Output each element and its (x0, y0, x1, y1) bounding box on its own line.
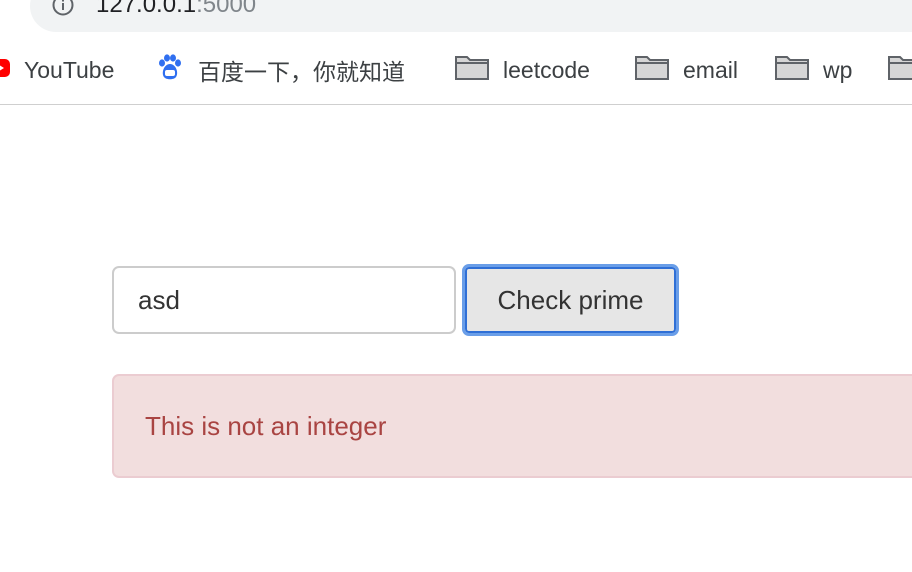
bookmark-youtube[interactable]: YouTube (0, 48, 114, 92)
bookmark-folder-email[interactable]: email (635, 48, 738, 92)
folder-icon (635, 54, 669, 86)
page-content: Check prime This is not an integer (0, 105, 912, 572)
bookmark-folder-overflow[interactable] (888, 48, 912, 92)
bookmark-baidu[interactable]: 百度一下，你就知道 (156, 48, 405, 92)
info-icon[interactable] (52, 0, 74, 16)
browser-chrome: 127.0.0.1:5000 YouTube 百度一下，你就知道 leetcod… (0, 0, 912, 105)
bookmark-folder-leetcode[interactable]: leetcode (455, 48, 590, 92)
baidu-paw-icon (156, 53, 184, 87)
alert-message: This is not an integer (145, 410, 387, 441)
bookmark-label: 百度一下，你就知道 (198, 59, 405, 85)
bookmarks-bar: YouTube 百度一下，你就知道 leetcode email wp (0, 48, 912, 92)
bookmark-label: leetcode (503, 56, 590, 83)
folder-icon (888, 54, 912, 86)
bookmark-label: wp (823, 56, 853, 83)
bookmark-label: YouTube (24, 56, 115, 83)
url-text[interactable]: 127.0.0.1:5000 (96, 0, 256, 20)
bookmark-label: email (683, 56, 738, 83)
folder-icon (775, 54, 809, 86)
check-prime-button[interactable]: Check prime (462, 264, 679, 336)
bookmark-folder-wp[interactable]: wp (775, 48, 852, 92)
youtube-icon (0, 57, 10, 84)
url-host: 127.0.0.1 (96, 0, 197, 18)
url-port: :5000 (196, 0, 257, 18)
error-alert: This is not an integer (112, 374, 912, 478)
folder-icon (455, 54, 489, 86)
number-input[interactable] (112, 266, 456, 334)
